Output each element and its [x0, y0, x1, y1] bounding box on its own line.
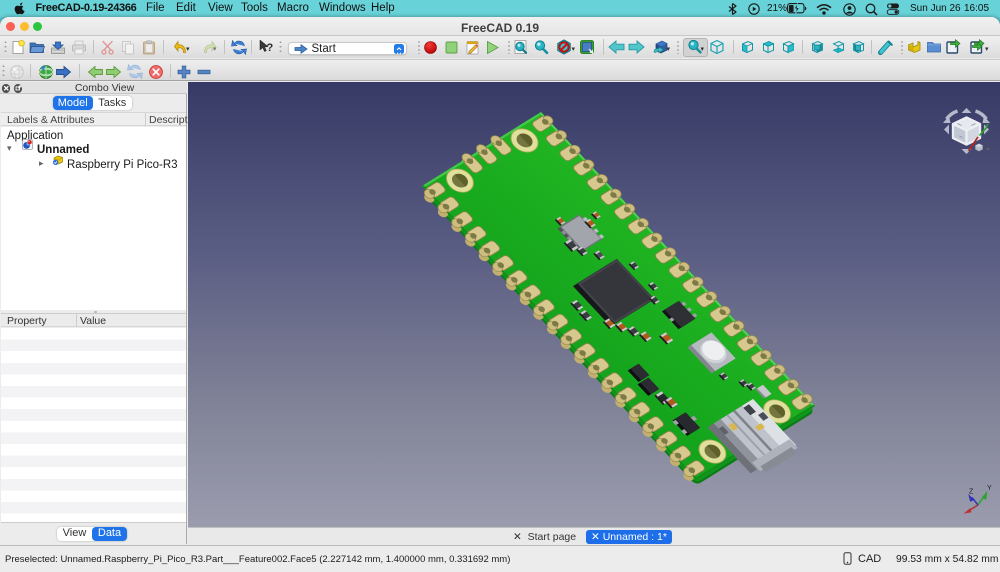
svg-text:?: ? — [267, 42, 274, 54]
svg-text:Y: Y — [987, 485, 992, 492]
svg-text:Z: Z — [969, 489, 974, 496]
